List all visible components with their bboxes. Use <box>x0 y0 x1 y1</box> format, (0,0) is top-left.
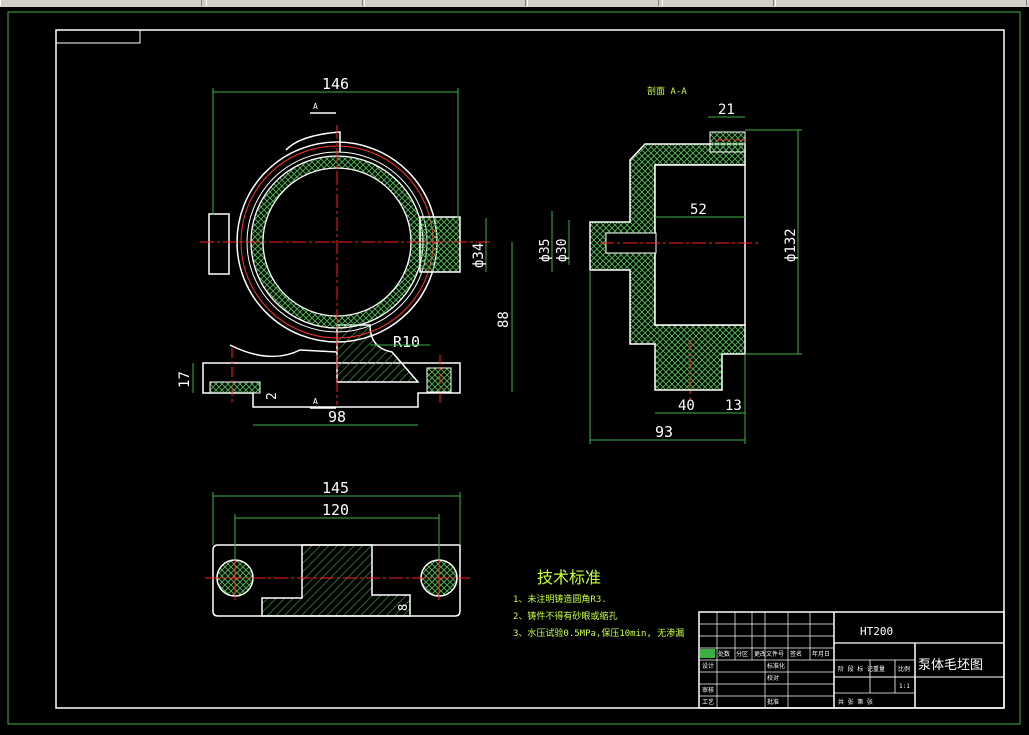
section-mark-top: A <box>313 102 318 111</box>
toolbar-segment[interactable] <box>0 0 202 6</box>
plan-view[interactable]: 145 120 8 <box>205 479 470 617</box>
tb-row-approve: 批准 <box>767 698 779 706</box>
dim-17: 17 <box>177 371 193 388</box>
dim-98: 98 <box>328 408 346 426</box>
radius-r10: R10 <box>393 333 420 351</box>
tb-col-4: 签名 <box>790 650 802 658</box>
dim-phi132: ф132 <box>783 228 799 262</box>
dim-93: 93 <box>655 423 673 441</box>
dim-phi35: ф35 <box>538 239 553 262</box>
tech-line-1: 1、未注明铸造圆角R3. <box>513 593 607 605</box>
tech-heading: 技术标准 <box>537 568 601 587</box>
section-label: 剖面 A-A <box>647 85 687 97</box>
dim-13: 13 <box>725 398 742 414</box>
tech-line-3: 3、水压试验0.5MPa,保压10min, 无渗漏 <box>513 627 684 639</box>
toolbar-segment[interactable] <box>662 0 774 6</box>
dim-2: 2 <box>265 392 280 400</box>
dim-8: 8 <box>396 604 410 611</box>
dim-40: 40 <box>678 398 695 414</box>
toolbar-segment[interactable] <box>206 0 363 6</box>
section-view[interactable]: 剖面 A-A 21 52 ф35 ф30 ф132 40 13 93 <box>538 85 802 444</box>
tb-stage: 阶 段 标 记 <box>838 665 873 673</box>
tb-scale: 比例 <box>898 665 910 673</box>
tb-col-2: 分区 <box>736 650 748 658</box>
dim-phi34: ф34 <box>471 243 487 268</box>
plan-center-block <box>261 544 411 617</box>
drawing-name: 泵体毛坯图 <box>918 658 983 673</box>
dim-145: 145 <box>322 479 349 497</box>
dim-52: 52 <box>690 202 707 218</box>
title-block[interactable]: 处数 分区 更改文件号 签名 年月日 设计 标准化 校对 审核 工艺 批准 阶 … <box>698 611 1005 709</box>
dim-120: 120 <box>322 501 349 519</box>
tb-scale-val: 1:1 <box>899 683 910 690</box>
tb-col-1: 处数 <box>718 650 730 658</box>
tb-col-3: 更改文件号 <box>754 650 784 658</box>
front-view[interactable]: 146 ф34 88 17 2 98 R10 A A <box>177 75 513 426</box>
tb-weight: 重量 <box>873 665 885 673</box>
tb-row-check: 校对 <box>767 674 779 682</box>
tb-row-std: 标准化 <box>767 662 785 670</box>
dim-88: 88 <box>496 311 512 328</box>
tb-row-craft: 工艺 <box>702 698 714 706</box>
dim-21: 21 <box>718 102 735 118</box>
tech-line-2: 2、铸件不得有砂眼或缩孔 <box>513 610 617 622</box>
tb-col-5: 年月日 <box>812 650 830 658</box>
tb-sheets: 共 张 第 张 <box>838 698 873 706</box>
application-toolbar-strip <box>0 0 1029 7</box>
toolbar-segment[interactable] <box>775 0 1027 6</box>
tb-row-design: 设计 <box>702 662 714 670</box>
dim-146: 146 <box>322 75 349 93</box>
corner-tag <box>55 29 141 44</box>
dim-phi30: ф30 <box>555 239 570 262</box>
technical-notes: 技术标准 1、未注明铸造圆角R3. 2、铸件不得有砂眼或缩孔 3、水压试验0.5… <box>513 568 684 639</box>
toolbar-segment[interactable] <box>364 0 526 6</box>
tb-row-review: 审核 <box>702 686 714 694</box>
section-mark-bottom: A <box>313 397 318 406</box>
inner-border <box>55 29 1005 709</box>
material-label: HT200 <box>860 625 893 638</box>
drawing-canvas[interactable]: 146 ф34 88 17 2 98 R10 A A 剖面 A-A 21 52 … <box>0 7 1029 731</box>
toolbar-segment[interactable] <box>527 0 659 6</box>
